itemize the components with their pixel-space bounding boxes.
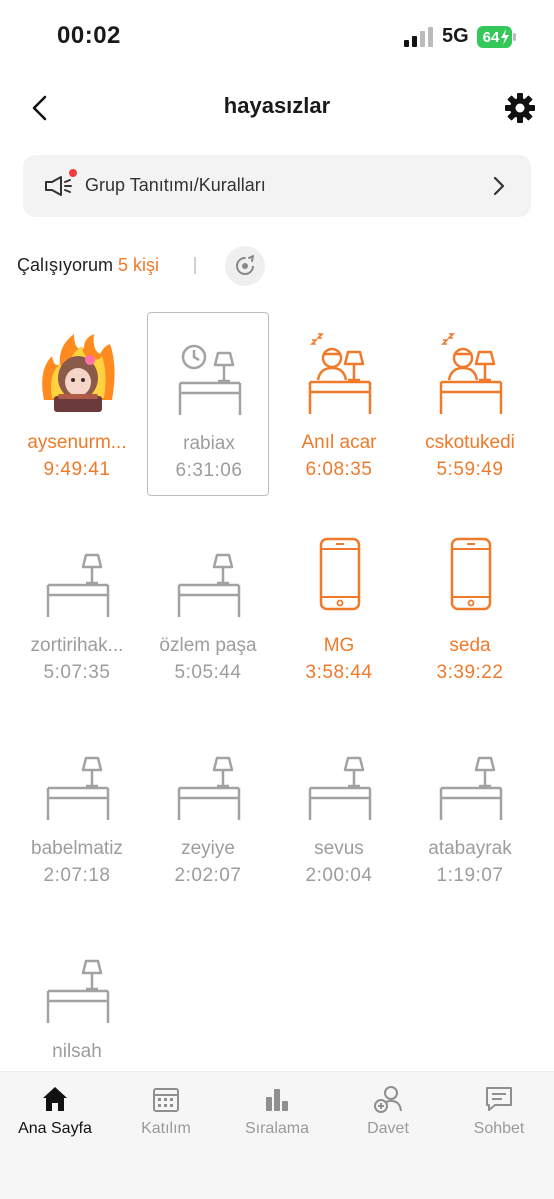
tab-label: Ana Sayfa bbox=[18, 1120, 92, 1137]
member-study-time: 5:59:49 bbox=[436, 459, 504, 480]
member-card[interactable]: seda 3:39:22 bbox=[409, 515, 531, 699]
member-name: rabiax bbox=[183, 433, 235, 454]
sleeping-person-desk-icon bbox=[308, 332, 372, 416]
signal-strength-icon bbox=[404, 27, 433, 47]
member-name: özlem paşa bbox=[159, 635, 257, 656]
refresh-button[interactable] bbox=[225, 246, 265, 286]
member-study-time: 1:19:07 bbox=[436, 865, 504, 886]
empty-desk-icon bbox=[308, 738, 372, 822]
tab-label: Sıralama bbox=[244, 1120, 310, 1137]
member-name: aysenurm... bbox=[27, 432, 127, 453]
member-name: atabayrak bbox=[428, 838, 512, 859]
battery-icon: 64 bbox=[477, 26, 516, 48]
member-card[interactable]: atabayrak 1:19:07 bbox=[409, 718, 531, 902]
member-card[interactable]: aysenurm... 9:49:41 bbox=[16, 312, 138, 496]
empty-desk-icon bbox=[46, 941, 110, 1025]
sleeping-person-desk-icon bbox=[439, 332, 503, 416]
tab-bar: Ana Sayfa Katılım Sıralama Davet Sohbet bbox=[0, 1071, 554, 1199]
member-card[interactable]: zeyiye 2:02:07 bbox=[147, 718, 269, 902]
working-summary: Çalışıyorum 5 kişi bbox=[17, 246, 537, 286]
tab-chat[interactable]: Sohbet bbox=[444, 1072, 554, 1152]
avatar bbox=[38, 330, 118, 414]
group-rules-banner[interactable]: Grup Tanıtımı/Kuralları bbox=[23, 155, 531, 217]
status-time: 00:02 bbox=[57, 22, 121, 49]
member-card[interactable]: cskotukedi 5:59:49 bbox=[409, 312, 531, 496]
chat-icon bbox=[484, 1084, 514, 1114]
network-type: 5G bbox=[442, 25, 469, 47]
page-title: hayasızlar bbox=[223, 93, 331, 118]
gear-icon[interactable] bbox=[503, 91, 537, 125]
member-study-time: 3:58:44 bbox=[305, 662, 373, 683]
phone-icon bbox=[308, 535, 372, 619]
empty-desk-icon bbox=[177, 535, 241, 619]
chevron-right-icon bbox=[493, 176, 505, 196]
home-icon bbox=[40, 1084, 70, 1114]
member-card[interactable]: zortirihak... 5:07:35 bbox=[16, 515, 138, 699]
member-name: Anıl acar bbox=[301, 432, 377, 453]
status-bar: 00:02 5G 64 bbox=[0, 0, 554, 76]
calendar-icon bbox=[151, 1084, 181, 1114]
member-study-time: 2:07:18 bbox=[43, 865, 111, 886]
battery-level: 64 bbox=[483, 29, 500, 46]
member-name: sevus bbox=[314, 838, 364, 859]
member-name: zortirihak... bbox=[30, 635, 124, 656]
member-card[interactable]: babelmatiz 2:07:18 bbox=[16, 718, 138, 902]
add-user-icon bbox=[373, 1084, 403, 1114]
member-study-time: 2:00:04 bbox=[305, 865, 373, 886]
bar-chart-icon bbox=[262, 1084, 292, 1114]
working-label: Çalışıyorum bbox=[17, 255, 114, 275]
member-card[interactable]: Anıl acar 6:08:35 bbox=[278, 312, 400, 496]
empty-desk-icon bbox=[439, 738, 503, 822]
member-study-time: 3:39:22 bbox=[436, 662, 504, 683]
member-study-time: 5:07:35 bbox=[43, 662, 111, 683]
member-card[interactable]: MG 3:58:44 bbox=[278, 515, 400, 699]
tab-add-user[interactable]: Davet bbox=[333, 1072, 443, 1152]
notification-dot bbox=[69, 169, 77, 177]
refresh-target-icon bbox=[236, 255, 254, 275]
member-study-time: 5:05:44 bbox=[174, 662, 242, 683]
group-rules-label: Grup Tanıtımı/Kuralları bbox=[85, 175, 266, 195]
member-card[interactable]: sevus 2:00:04 bbox=[278, 718, 400, 902]
member-name: zeyiye bbox=[181, 838, 235, 859]
megaphone-icon bbox=[45, 176, 72, 196]
tab-bar-chart[interactable]: Sıralama bbox=[222, 1072, 332, 1152]
member-study-time: 6:31:06 bbox=[175, 460, 243, 481]
tab-label: Davet bbox=[367, 1120, 409, 1137]
phone-icon bbox=[439, 535, 503, 619]
member-name: nilsah bbox=[52, 1041, 102, 1062]
member-card[interactable]: özlem paşa 5:05:44 bbox=[147, 515, 269, 699]
member-study-time: 6:08:35 bbox=[305, 459, 373, 480]
working-count: 5 kişi bbox=[118, 255, 160, 275]
desk-clock-icon bbox=[178, 333, 242, 417]
divider bbox=[194, 257, 196, 274]
member-name: MG bbox=[323, 635, 355, 656]
member-study-time: 2:02:07 bbox=[174, 865, 242, 886]
tab-home[interactable]: Ana Sayfa bbox=[0, 1072, 110, 1152]
empty-desk-icon bbox=[177, 738, 241, 822]
member-card[interactable]: rabiax 6:31:06 bbox=[147, 312, 269, 496]
member-study-time: 9:49:41 bbox=[43, 459, 111, 480]
nav-bar: hayasızlar bbox=[0, 80, 554, 136]
tab-label: Katılım bbox=[141, 1120, 191, 1137]
tab-calendar[interactable]: Katılım bbox=[111, 1072, 221, 1152]
member-name: seda bbox=[449, 635, 491, 656]
empty-desk-icon bbox=[46, 738, 110, 822]
member-name: cskotukedi bbox=[425, 432, 515, 453]
member-name: babelmatiz bbox=[31, 838, 123, 859]
tab-label: Sohbet bbox=[473, 1120, 525, 1137]
empty-desk-icon bbox=[46, 535, 110, 619]
